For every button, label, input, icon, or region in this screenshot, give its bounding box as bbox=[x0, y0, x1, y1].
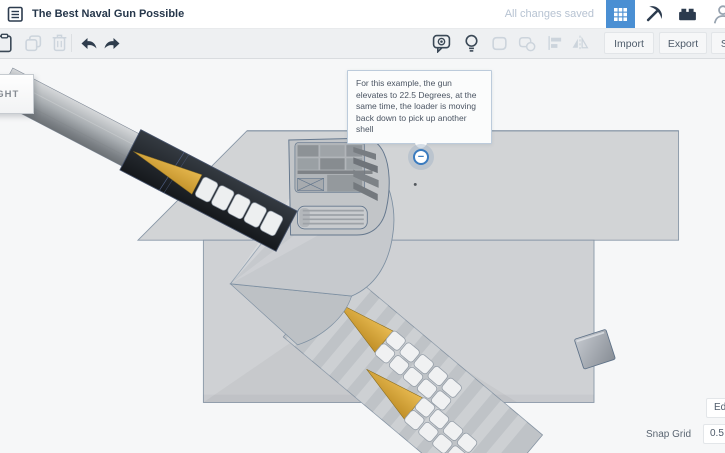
app-header: The Best Naval Gun Possible All changes … bbox=[0, 0, 725, 29]
align-icon bbox=[547, 36, 561, 50]
brick-icon bbox=[678, 8, 696, 21]
design-menu-button[interactable] bbox=[0, 0, 30, 28]
note-collapse-button[interactable]: − bbox=[413, 149, 429, 165]
edit-toolbar: Import Export Send To bbox=[0, 28, 725, 59]
editor-view-button[interactable] bbox=[606, 0, 635, 28]
group-button[interactable] bbox=[488, 32, 510, 54]
clipboard-paste-icon bbox=[0, 33, 12, 53]
group-shapes-icon bbox=[491, 36, 507, 50]
viewcube[interactable]: RIGHT bbox=[0, 74, 34, 114]
person-icon bbox=[713, 5, 725, 24]
duplicate-button[interactable] bbox=[22, 32, 44, 54]
menu-icon bbox=[7, 6, 23, 22]
flip-button[interactable] bbox=[569, 32, 591, 54]
ungroup-button[interactable] bbox=[516, 32, 538, 54]
pickaxe-icon bbox=[646, 5, 662, 21]
save-status: All changes saved bbox=[504, 8, 594, 20]
redo-arrow-icon bbox=[104, 37, 120, 49]
ungroup-shapes-icon bbox=[518, 36, 536, 51]
note-anchor-dot bbox=[413, 182, 417, 186]
bricks-view-button[interactable] bbox=[673, 0, 701, 28]
trash-icon bbox=[52, 34, 66, 52]
profile-button[interactable] bbox=[709, 0, 725, 28]
align-button[interactable] bbox=[544, 32, 566, 54]
undo-button[interactable] bbox=[78, 32, 100, 54]
breech-loader[interactable] bbox=[288, 137, 390, 236]
flip-mirror-icon bbox=[572, 35, 589, 51]
note-collapse-halo: − bbox=[408, 144, 434, 170]
loader-rammer[interactable] bbox=[297, 205, 368, 230]
snap-grid-label: Snap Grid bbox=[646, 429, 692, 440]
edit-grid-button[interactable]: Edit Grid bbox=[706, 398, 725, 418]
toggle-notes-button[interactable] bbox=[430, 32, 452, 54]
toolbar-divider bbox=[71, 34, 72, 52]
undo-arrow-icon bbox=[81, 37, 97, 49]
redo-button[interactable] bbox=[101, 32, 123, 54]
design-title[interactable]: The Best Naval Gun Possible bbox=[32, 8, 184, 20]
delete-button[interactable] bbox=[48, 32, 70, 54]
blocks-view-button[interactable] bbox=[639, 0, 667, 28]
design-canvas[interactable]: RIGHT For this example, the gun elevates… bbox=[0, 58, 725, 453]
snap-grid-select[interactable]: 0.5 mm bbox=[703, 424, 725, 444]
grid-icon bbox=[614, 7, 627, 21]
paste-button[interactable] bbox=[0, 32, 15, 54]
duplicate-icon bbox=[24, 34, 41, 51]
note-visibility-icon bbox=[432, 34, 450, 53]
lightbulb-icon bbox=[464, 34, 478, 52]
show-all-button[interactable] bbox=[460, 32, 482, 54]
import-button[interactable]: Import bbox=[604, 32, 654, 54]
export-button[interactable]: Export bbox=[659, 32, 707, 54]
send-to-button[interactable]: Send To bbox=[711, 32, 725, 54]
annotation-note[interactable]: For this example, the gun elevates to 22… bbox=[347, 70, 492, 144]
